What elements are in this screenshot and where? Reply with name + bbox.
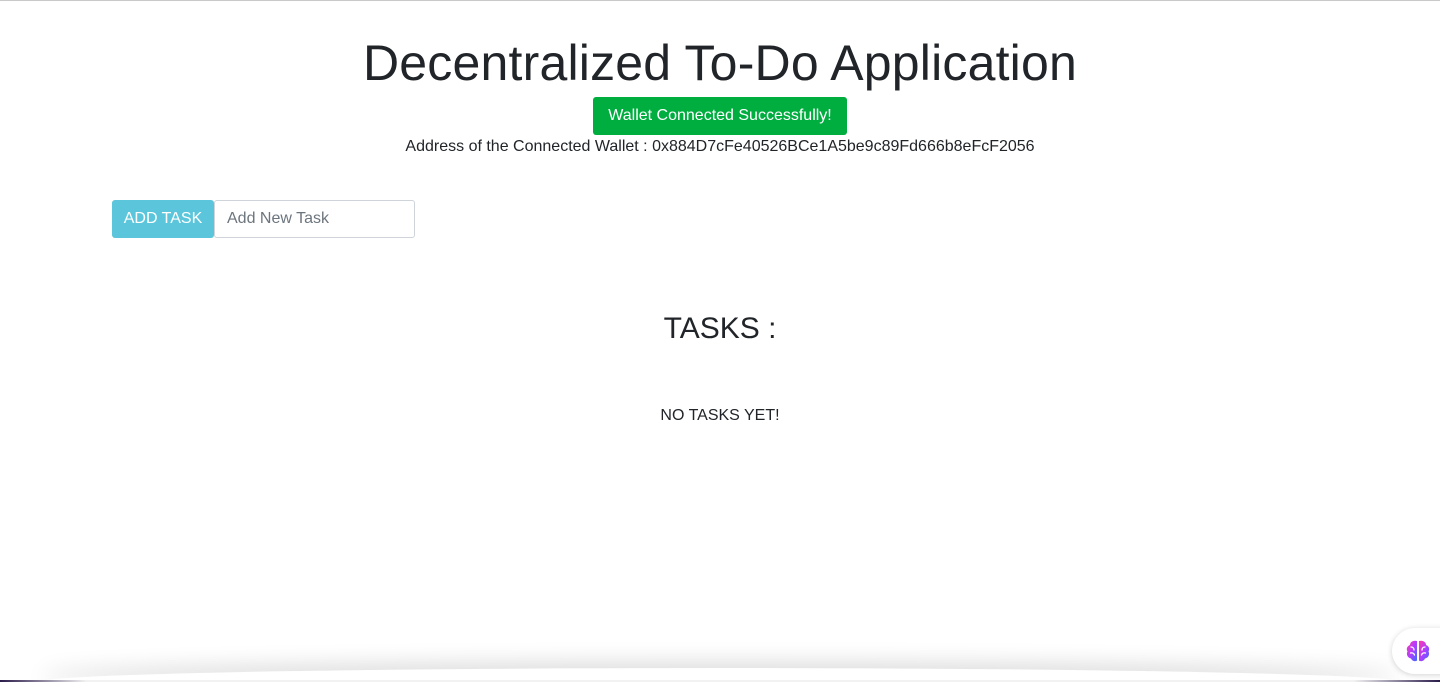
wallet-address-value: 0x884D7cFe40526BCe1A5be9c89Fd666b8eFcF20…: [652, 138, 1035, 155]
page: Decentralized To-Do Application Wallet C…: [0, 0, 1440, 682]
empty-tasks-message: NO TASKS YET!: [660, 407, 780, 424]
add-task-button[interactable]: ADD TASK: [112, 200, 214, 238]
wallet-status-badge: Wallet Connected Successfully!: [593, 97, 847, 135]
floating-assistant-button[interactable]: [1392, 628, 1440, 674]
wallet-address-line: Address of the Connected Wallet : 0x884D…: [0, 138, 1440, 156]
wallet-address-label: Address of the Connected Wallet :: [405, 138, 653, 155]
tasks-heading: TASKS :: [663, 312, 777, 345]
brain-icon: [1406, 640, 1430, 662]
page-title: Decentralized To-Do Application: [362, 35, 1077, 91]
new-task-input[interactable]: [214, 200, 415, 238]
